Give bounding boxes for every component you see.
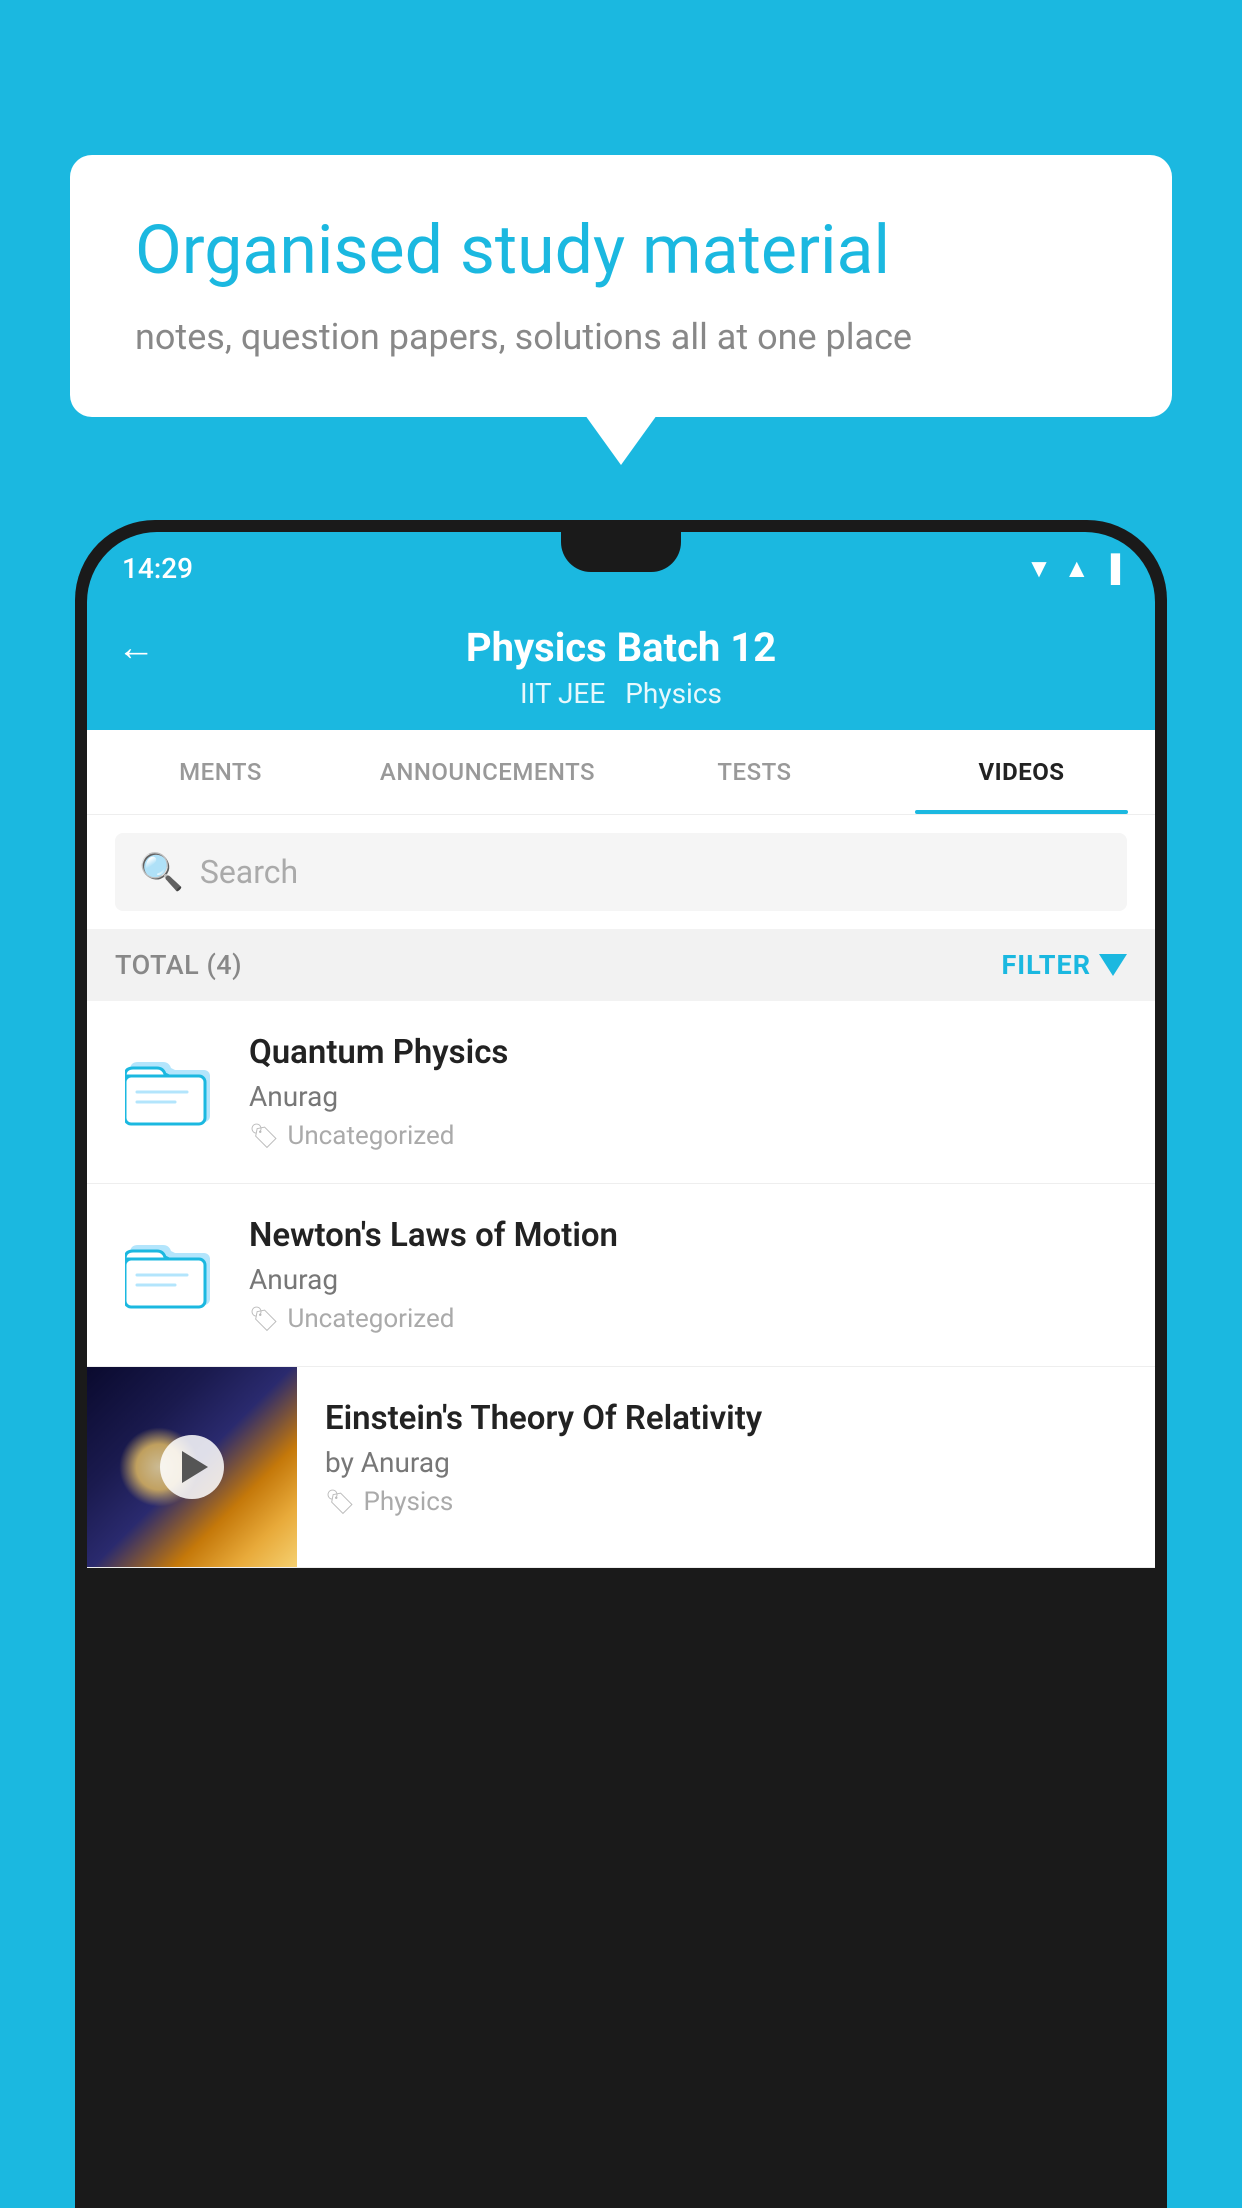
tag-icon: 🏷 bbox=[325, 1488, 355, 1516]
speech-bubble: Organised study material notes, question… bbox=[70, 155, 1172, 417]
list-item[interactable]: Quantum Physics Anurag 🏷 Uncategorized bbox=[87, 1001, 1155, 1184]
search-container: 🔍 Search bbox=[87, 815, 1155, 929]
folder-icon-container bbox=[115, 1216, 225, 1326]
video-info: Quantum Physics Anurag 🏷 Uncategorized bbox=[249, 1033, 1127, 1151]
battery-icon: ▐ bbox=[1102, 553, 1120, 584]
filter-button[interactable]: FILTER bbox=[1001, 949, 1127, 981]
header-top: ← Physics Batch 12 bbox=[117, 624, 1125, 671]
tab-documents[interactable]: MENTS bbox=[87, 730, 354, 814]
video-tag: 🏷 Uncategorized bbox=[249, 1304, 1127, 1334]
header-subtitle: IIT JEE Physics bbox=[520, 677, 722, 710]
video-title: Einstein's Theory Of Relativity bbox=[325, 1399, 1127, 1438]
folder-icon bbox=[125, 1231, 215, 1311]
phone-inner: 14:29 ▼ ▲ ▐ ← Physics Batch 12 IIT JEE P… bbox=[87, 532, 1155, 2208]
tag-label: Physics bbox=[363, 1487, 453, 1517]
tag-label: Uncategorized bbox=[287, 1121, 454, 1151]
back-button[interactable]: ← bbox=[117, 626, 155, 670]
filter-icon bbox=[1099, 954, 1127, 976]
search-bar[interactable]: 🔍 Search bbox=[115, 833, 1127, 911]
video-title: Quantum Physics bbox=[249, 1033, 1127, 1072]
bubble-subtitle: notes, question papers, solutions all at… bbox=[135, 312, 1107, 362]
tabs-bar: MENTS ANNOUNCEMENTS TESTS VIDEOS bbox=[87, 730, 1155, 815]
tab-announcements[interactable]: ANNOUNCEMENTS bbox=[354, 730, 621, 814]
status-time: 14:29 bbox=[122, 552, 193, 585]
video-author: by Anurag bbox=[325, 1446, 1127, 1479]
status-icons: ▼ ▲ ▐ bbox=[1026, 553, 1120, 584]
filter-bar: TOTAL (4) FILTER bbox=[87, 929, 1155, 1001]
status-bar: 14:29 ▼ ▲ ▐ bbox=[87, 532, 1155, 604]
filter-label: FILTER bbox=[1001, 949, 1091, 981]
video-author: Anurag bbox=[249, 1080, 1127, 1113]
bubble-title: Organised study material bbox=[135, 210, 1107, 292]
video-tag: 🏷 Physics bbox=[325, 1487, 1127, 1517]
video-info: Newton's Laws of Motion Anurag 🏷 Uncateg… bbox=[249, 1216, 1127, 1334]
tag-label: Uncategorized bbox=[287, 1304, 454, 1334]
video-thumbnail bbox=[87, 1367, 297, 1567]
header-subtitle-physics: Physics bbox=[625, 677, 722, 710]
total-count: TOTAL (4) bbox=[115, 949, 242, 981]
phone-notch bbox=[561, 532, 681, 572]
tag-icon: 🏷 bbox=[249, 1122, 279, 1150]
folder-icon bbox=[125, 1048, 215, 1128]
folder-icon-container bbox=[115, 1033, 225, 1143]
tab-tests[interactable]: TESTS bbox=[621, 730, 888, 814]
video-title: Newton's Laws of Motion bbox=[249, 1216, 1127, 1255]
video-author: Anurag bbox=[249, 1263, 1127, 1296]
header-title: Physics Batch 12 bbox=[466, 624, 776, 671]
list-item[interactable]: Einstein's Theory Of Relativity by Anura… bbox=[87, 1367, 1155, 1568]
app-header: ← Physics Batch 12 IIT JEE Physics bbox=[87, 604, 1155, 730]
speech-bubble-container: Organised study material notes, question… bbox=[70, 155, 1172, 417]
tag-icon: 🏷 bbox=[249, 1305, 279, 1333]
list-item[interactable]: Newton's Laws of Motion Anurag 🏷 Uncateg… bbox=[87, 1184, 1155, 1367]
search-icon: 🔍 bbox=[139, 851, 184, 893]
play-button[interactable] bbox=[160, 1435, 224, 1499]
video-info: Einstein's Theory Of Relativity by Anura… bbox=[297, 1367, 1155, 1549]
signal-icon: ▲ bbox=[1064, 553, 1090, 584]
video-tag: 🏷 Uncategorized bbox=[249, 1121, 1127, 1151]
play-icon bbox=[182, 1451, 208, 1483]
phone-frame: 14:29 ▼ ▲ ▐ ← Physics Batch 12 IIT JEE P… bbox=[75, 520, 1167, 2208]
tab-videos[interactable]: VIDEOS bbox=[888, 730, 1155, 814]
search-input[interactable]: Search bbox=[200, 853, 298, 891]
wifi-icon: ▼ bbox=[1026, 553, 1052, 584]
header-subtitle-iitjee: IIT JEE bbox=[520, 677, 605, 710]
video-list: Quantum Physics Anurag 🏷 Uncategorized bbox=[87, 1001, 1155, 1568]
